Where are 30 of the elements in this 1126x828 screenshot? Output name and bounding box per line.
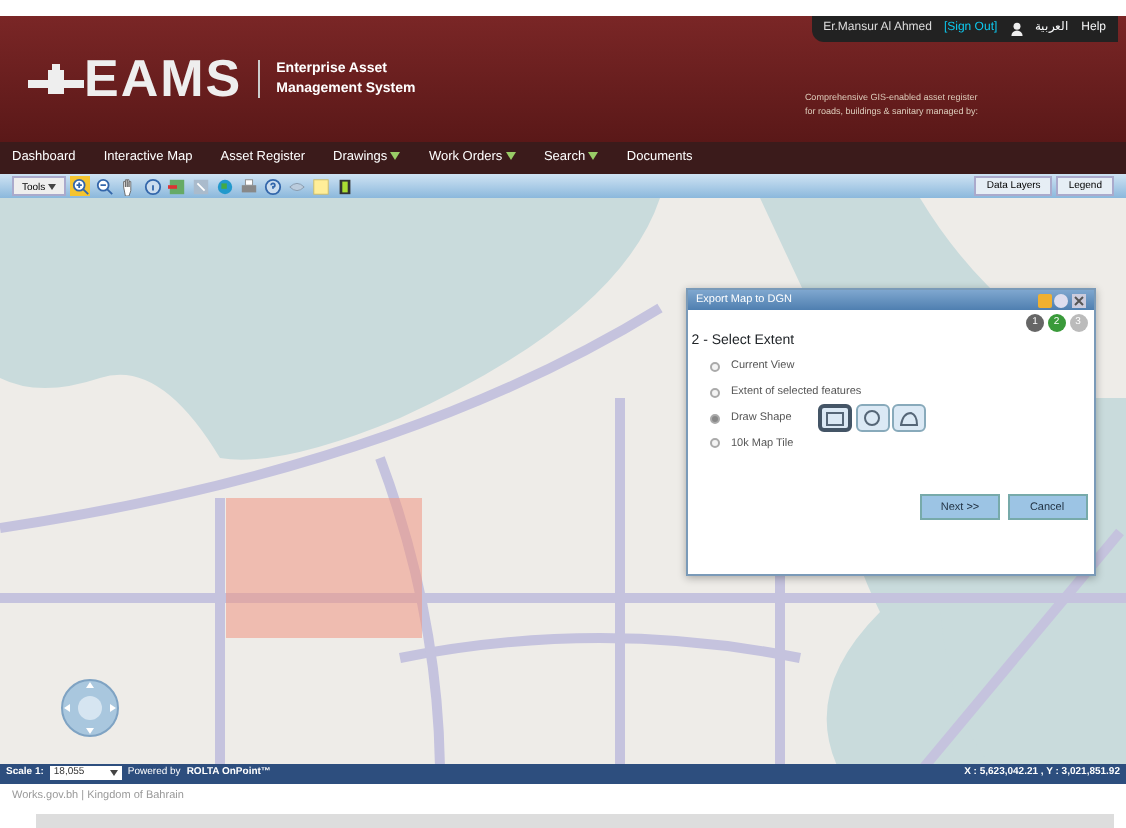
caret-icon (390, 152, 401, 161)
export-tool-button[interactable] (166, 176, 187, 196)
info-tool-button[interactable] (142, 176, 163, 196)
print-tool-button[interactable] (238, 176, 259, 196)
circle-icon (864, 410, 881, 426)
caret-icon (588, 152, 599, 161)
user-icon (1009, 22, 1024, 36)
pan-control[interactable] (60, 678, 120, 738)
circle-shape-button[interactable] (855, 404, 890, 432)
radio-button[interactable] (709, 362, 719, 372)
rectangle-shape-button[interactable] (817, 404, 852, 432)
radio-button[interactable] (709, 413, 719, 423)
zoom-in-button[interactable] (70, 176, 91, 196)
radio-button[interactable] (709, 438, 719, 449)
help-icon[interactable] (1054, 293, 1069, 307)
help-tool-button[interactable] (262, 176, 283, 196)
minimize-icon[interactable] (1037, 293, 1051, 307)
zoom-out-button[interactable] (94, 176, 115, 196)
radio-button[interactable] (709, 387, 719, 398)
logo-text: EAMS (84, 46, 243, 112)
rectangle-icon (825, 411, 844, 425)
freehand-icon (900, 411, 919, 425)
freehand-shape-button[interactable] (892, 404, 927, 432)
caret-icon (505, 152, 516, 161)
close-icon[interactable] (1072, 293, 1086, 307)
valve-logo-icon (28, 63, 84, 95)
film-tool-button[interactable] (334, 176, 355, 196)
caret-icon (109, 770, 118, 777)
globe-tool-button[interactable] (214, 176, 235, 196)
caret-icon (48, 184, 57, 191)
